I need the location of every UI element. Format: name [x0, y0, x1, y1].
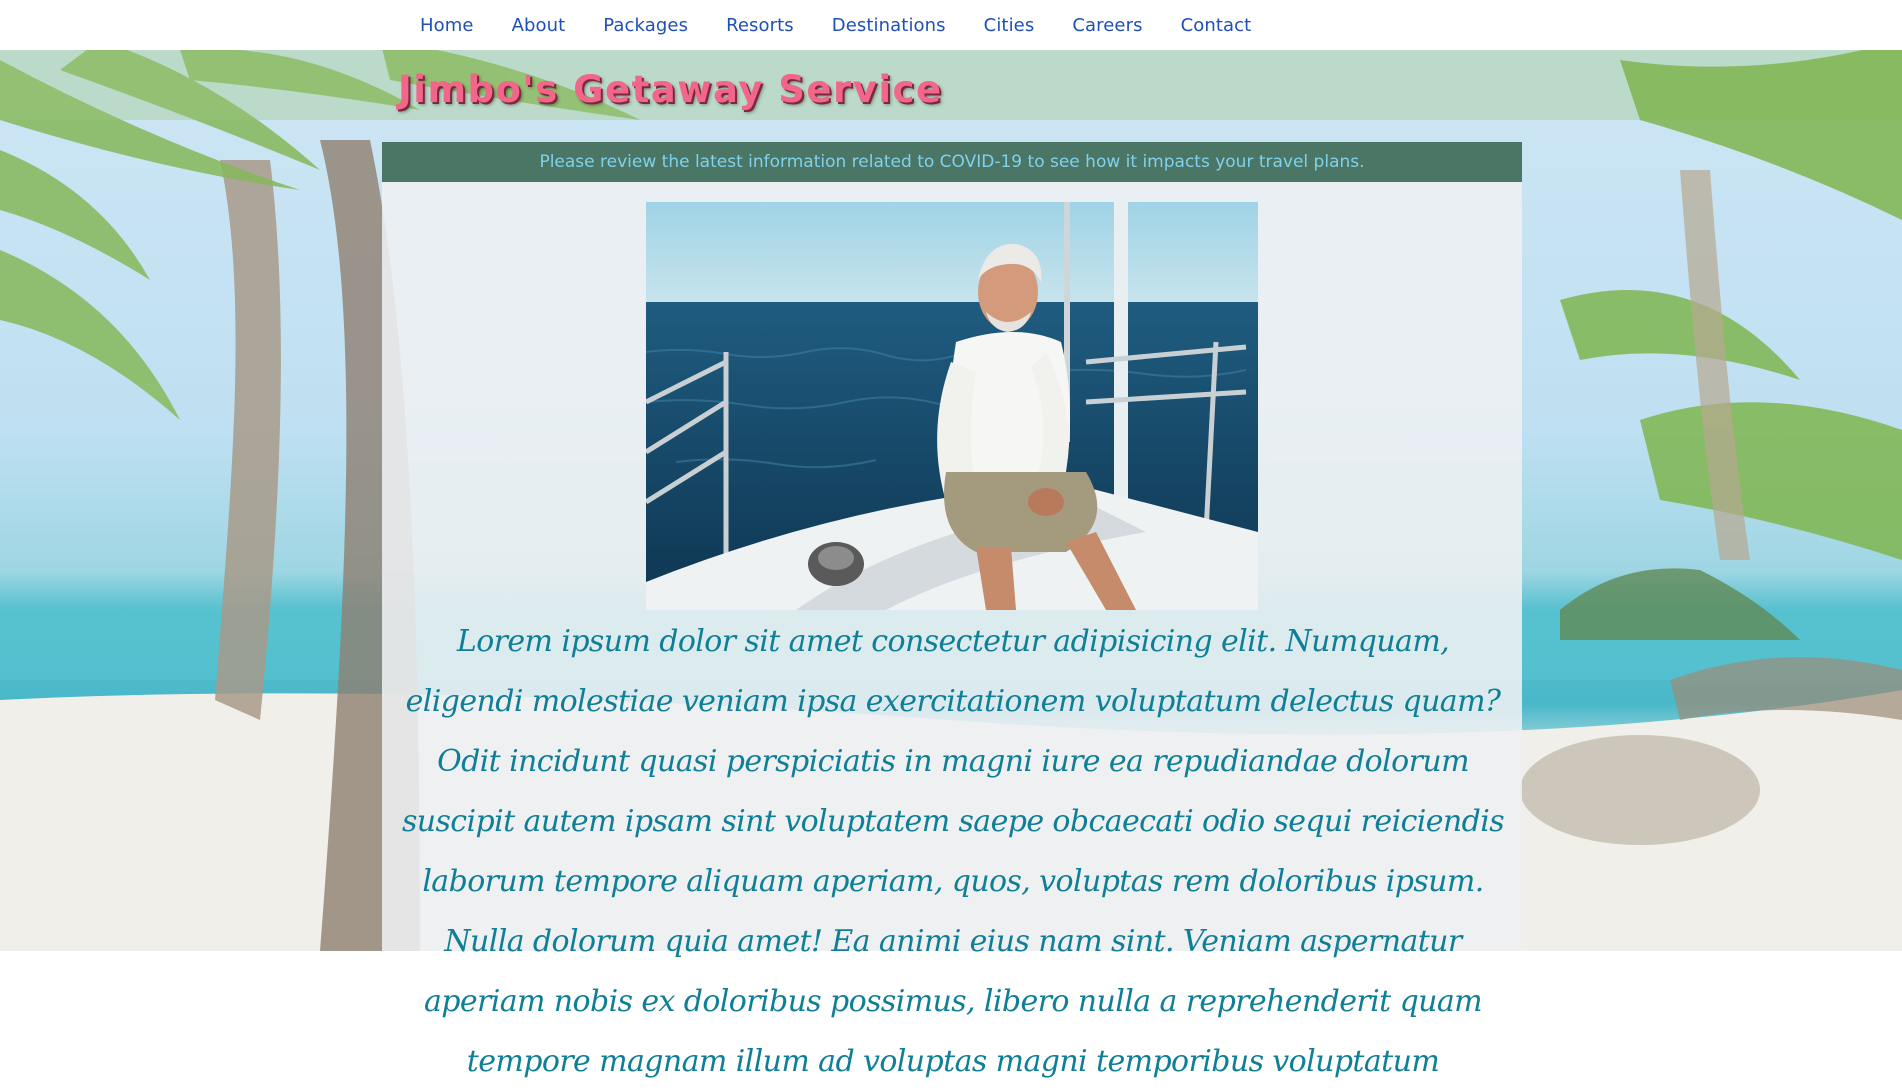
nav-link-careers[interactable]: Careers: [1072, 15, 1142, 36]
nav-link-about[interactable]: About: [512, 15, 566, 36]
covid-alert-bar: Please review the latest information rel…: [382, 142, 1522, 182]
top-navigation: Home About Packages Resorts Destinations…: [0, 0, 1902, 50]
covid-alert-text[interactable]: Please review the latest information rel…: [539, 152, 1364, 172]
lorem-paragraph: Lorem ipsum dolor sit amet consectetur a…: [401, 624, 1505, 1079]
nav-item-destinations: Destinations: [832, 15, 946, 36]
nav-item-home: Home: [420, 15, 474, 36]
nav-item-resorts: Resorts: [726, 15, 794, 36]
nav-list: Home About Packages Resorts Destinations…: [401, 0, 1270, 50]
nav-link-resorts[interactable]: Resorts: [726, 15, 794, 36]
site-title: Jimbo's Getaway Service: [398, 68, 943, 111]
nav-item-contact: Contact: [1181, 15, 1252, 36]
nav-item-about: About: [512, 15, 566, 36]
nav-link-packages[interactable]: Packages: [603, 15, 688, 36]
man-on-sailboat-photo: [646, 202, 1258, 610]
nav-item-cities: Cities: [984, 15, 1035, 36]
nav-item-packages: Packages: [603, 15, 688, 36]
nav-link-contact[interactable]: Contact: [1181, 15, 1252, 36]
nav-link-cities[interactable]: Cities: [984, 15, 1035, 36]
nav-link-destinations[interactable]: Destinations: [832, 15, 946, 36]
nav-link-home[interactable]: Home: [420, 15, 474, 36]
nav-item-careers: Careers: [1072, 15, 1142, 36]
hero-image: [646, 202, 1258, 610]
